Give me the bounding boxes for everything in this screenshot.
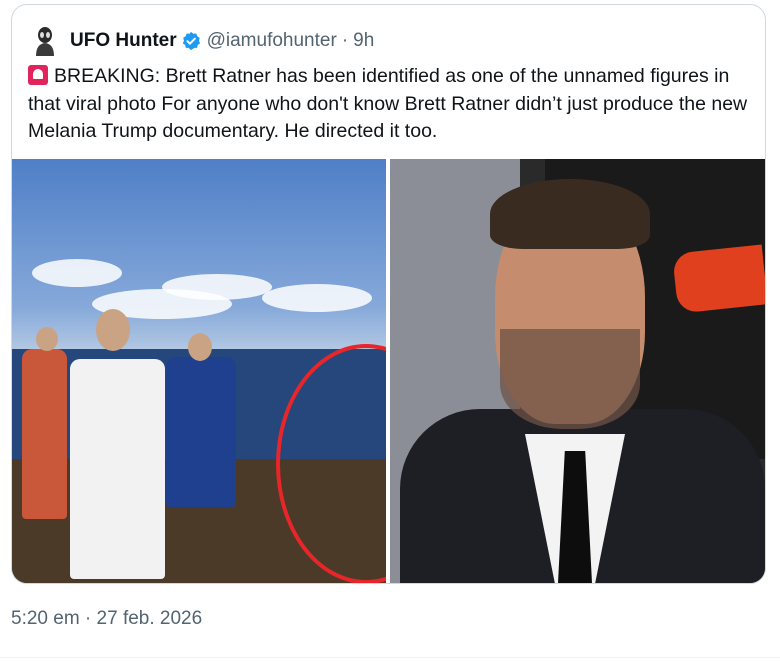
alien-icon [36,27,54,56]
portrait-photo-image[interactable] [390,159,765,583]
tweet-header: UFO Hunter @iamufohunter · 9h [28,23,374,59]
tweet-timestamp[interactable]: 5:20 em · 27 feb. 2026 [11,608,202,630]
tweet-text: BREAKING: Brett Ratner has been identifi… [28,63,753,146]
divider [0,657,780,658]
author-handle[interactable]: @iamufohunter [207,30,337,52]
author-name[interactable]: UFO Hunter [70,30,177,52]
separator-dot: · [341,30,349,51]
media-grid [12,159,765,583]
group-photo-image[interactable] [12,159,386,583]
siren-icon [28,65,48,85]
avatar[interactable] [28,24,62,58]
tweet-body: BREAKING: Brett Ratner has been identifi… [28,65,748,142]
relative-time[interactable]: 9h [353,30,374,52]
quoted-tweet-card[interactable]: UFO Hunter @iamufohunter · 9h BREAKING: … [11,4,766,584]
verified-badge-icon[interactable] [181,31,201,51]
